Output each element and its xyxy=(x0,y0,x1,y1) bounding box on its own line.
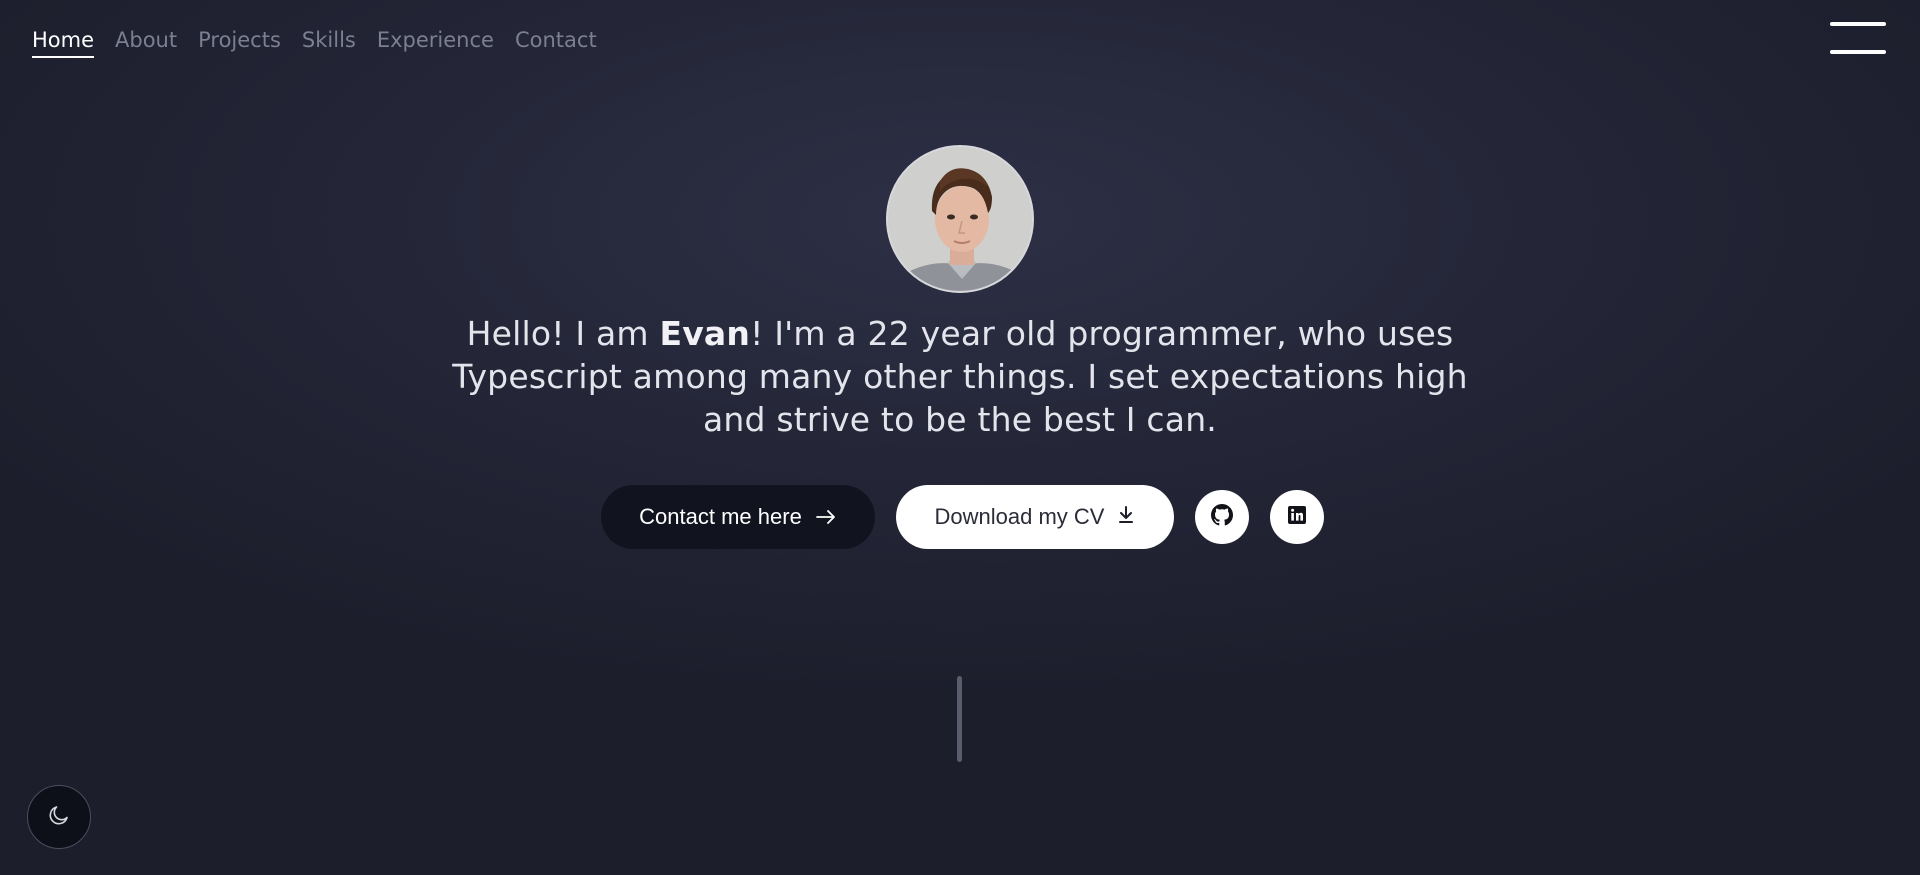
contact-button[interactable]: Contact me here xyxy=(600,485,875,549)
linkedin-button[interactable] xyxy=(1269,490,1324,544)
download-cv-button[interactable]: Download my CV xyxy=(895,485,1174,549)
arrow-right-icon xyxy=(815,504,836,530)
nav-item-skills[interactable]: Skills xyxy=(302,28,356,58)
hamburger-menu-icon[interactable] xyxy=(1830,22,1886,56)
hero-actions: Contact me here Download my CV xyxy=(0,485,1920,549)
nav-item-about[interactable]: About xyxy=(115,28,177,58)
contact-button-label: Contact me here xyxy=(639,504,802,529)
nav-item-projects[interactable]: Projects xyxy=(198,28,281,58)
nav-item-experience[interactable]: Experience xyxy=(377,28,494,58)
download-cv-label: Download my CV xyxy=(934,504,1105,529)
theme-toggle-button[interactable] xyxy=(27,785,91,849)
nav-item-contact[interactable]: Contact xyxy=(515,28,597,58)
intro-text-start: Hello! I am xyxy=(466,314,660,353)
avatar xyxy=(886,145,1034,293)
intro-text: Hello! I am Evan! I'm a 22 year old prog… xyxy=(420,312,1500,441)
scroll-indicator xyxy=(957,676,962,762)
main-nav: Home About Projects Skills Experience Co… xyxy=(32,28,597,58)
download-icon xyxy=(1118,504,1134,530)
moon-icon xyxy=(47,803,71,831)
github-button[interactable] xyxy=(1194,490,1249,544)
menu-line-bottom xyxy=(1830,50,1886,54)
nav-item-home[interactable]: Home xyxy=(32,28,95,58)
linkedin-icon xyxy=(1287,505,1307,529)
menu-line-top xyxy=(1830,22,1886,26)
intro-name: Evan xyxy=(659,314,751,353)
github-icon xyxy=(1210,504,1233,530)
